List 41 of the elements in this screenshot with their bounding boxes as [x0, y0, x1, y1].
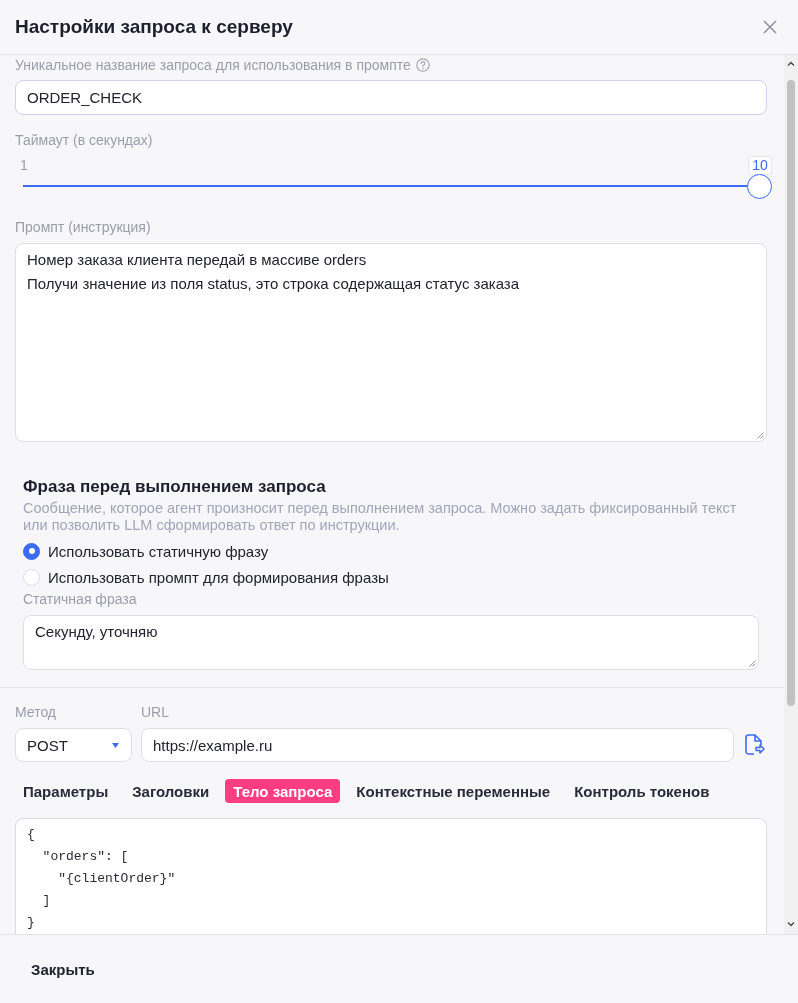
slider-min-label: 1 — [20, 156, 28, 174]
radio-button[interactable] — [23, 542, 40, 560]
scrollbar-thumb[interactable] — [787, 80, 795, 706]
resize-handle-icon[interactable] — [748, 659, 756, 667]
scrollbar-track[interactable] — [784, 55, 798, 934]
field-label: Статичная фраза — [23, 590, 137, 608]
url-input[interactable]: https://example.ru — [141, 728, 734, 762]
section-description: Сообщение, которое агент произносит перед выполнением запроса. Можно задать фиксированный текст или позволить LLM сформировать ответ по инструкции. — [23, 500, 738, 534]
field-label: URL — [141, 703, 170, 721]
close-icon[interactable] — [763, 20, 777, 34]
field-label: Промпт (инструкция) — [15, 218, 151, 236]
chevron-up-icon[interactable] — [787, 61, 795, 66]
caret-down-icon — [112, 742, 119, 748]
phrase-textarea[interactable]: Секунду, уточняю — [23, 615, 759, 670]
help-icon[interactable] — [415, 58, 430, 72]
tab[interactable]: Контекстные переменные — [348, 779, 559, 803]
code-line: "{clientOrder}" — [57, 870, 177, 888]
radio-label[interactable]: Использовать промпт для формирования фразы — [48, 568, 389, 586]
code-editor[interactable]: { "orders": [ "{clientOrder}" ] } — [15, 818, 767, 934]
slider-thumb[interactable] — [747, 174, 772, 199]
name-input[interactable]: ORDER_CHECK — [15, 80, 767, 115]
chevron-down-icon[interactable] — [787, 922, 795, 927]
resize-handle-icon[interactable] — [756, 431, 764, 439]
close-button[interactable]: Закрыть — [15, 952, 111, 986]
method-select[interactable]: POST — [15, 728, 132, 762]
field-label: Метод — [15, 703, 58, 721]
tab[interactable]: Контроль токенов — [566, 779, 718, 803]
slider-value: 10 — [748, 156, 772, 175]
code-line: "orders": [ — [41, 848, 130, 866]
code-line: } — [27, 914, 36, 932]
document-arrow-icon[interactable] — [744, 733, 765, 756]
code-line: { — [27, 826, 36, 844]
tab[interactable]: Параметры — [15, 779, 117, 803]
field-label: Таймаут (в секундах) — [15, 131, 153, 149]
dialog-title: Настройки запроса к серверу — [15, 16, 293, 38]
field-label: Уникальное название запроса для использования в промпте — [15, 56, 411, 74]
section-title: Фраза перед выполнением запроса — [23, 477, 327, 497]
radio-label[interactable]: Использовать статичную фразу — [48, 542, 269, 560]
prompt-textarea[interactable]: Номер заказа клиента передай в массиве orders Получи значение из поля status, это строка содержащая статус заказа — [15, 243, 767, 442]
tab[interactable]: Заголовки — [124, 779, 218, 803]
code-line: ] — [41, 892, 52, 910]
